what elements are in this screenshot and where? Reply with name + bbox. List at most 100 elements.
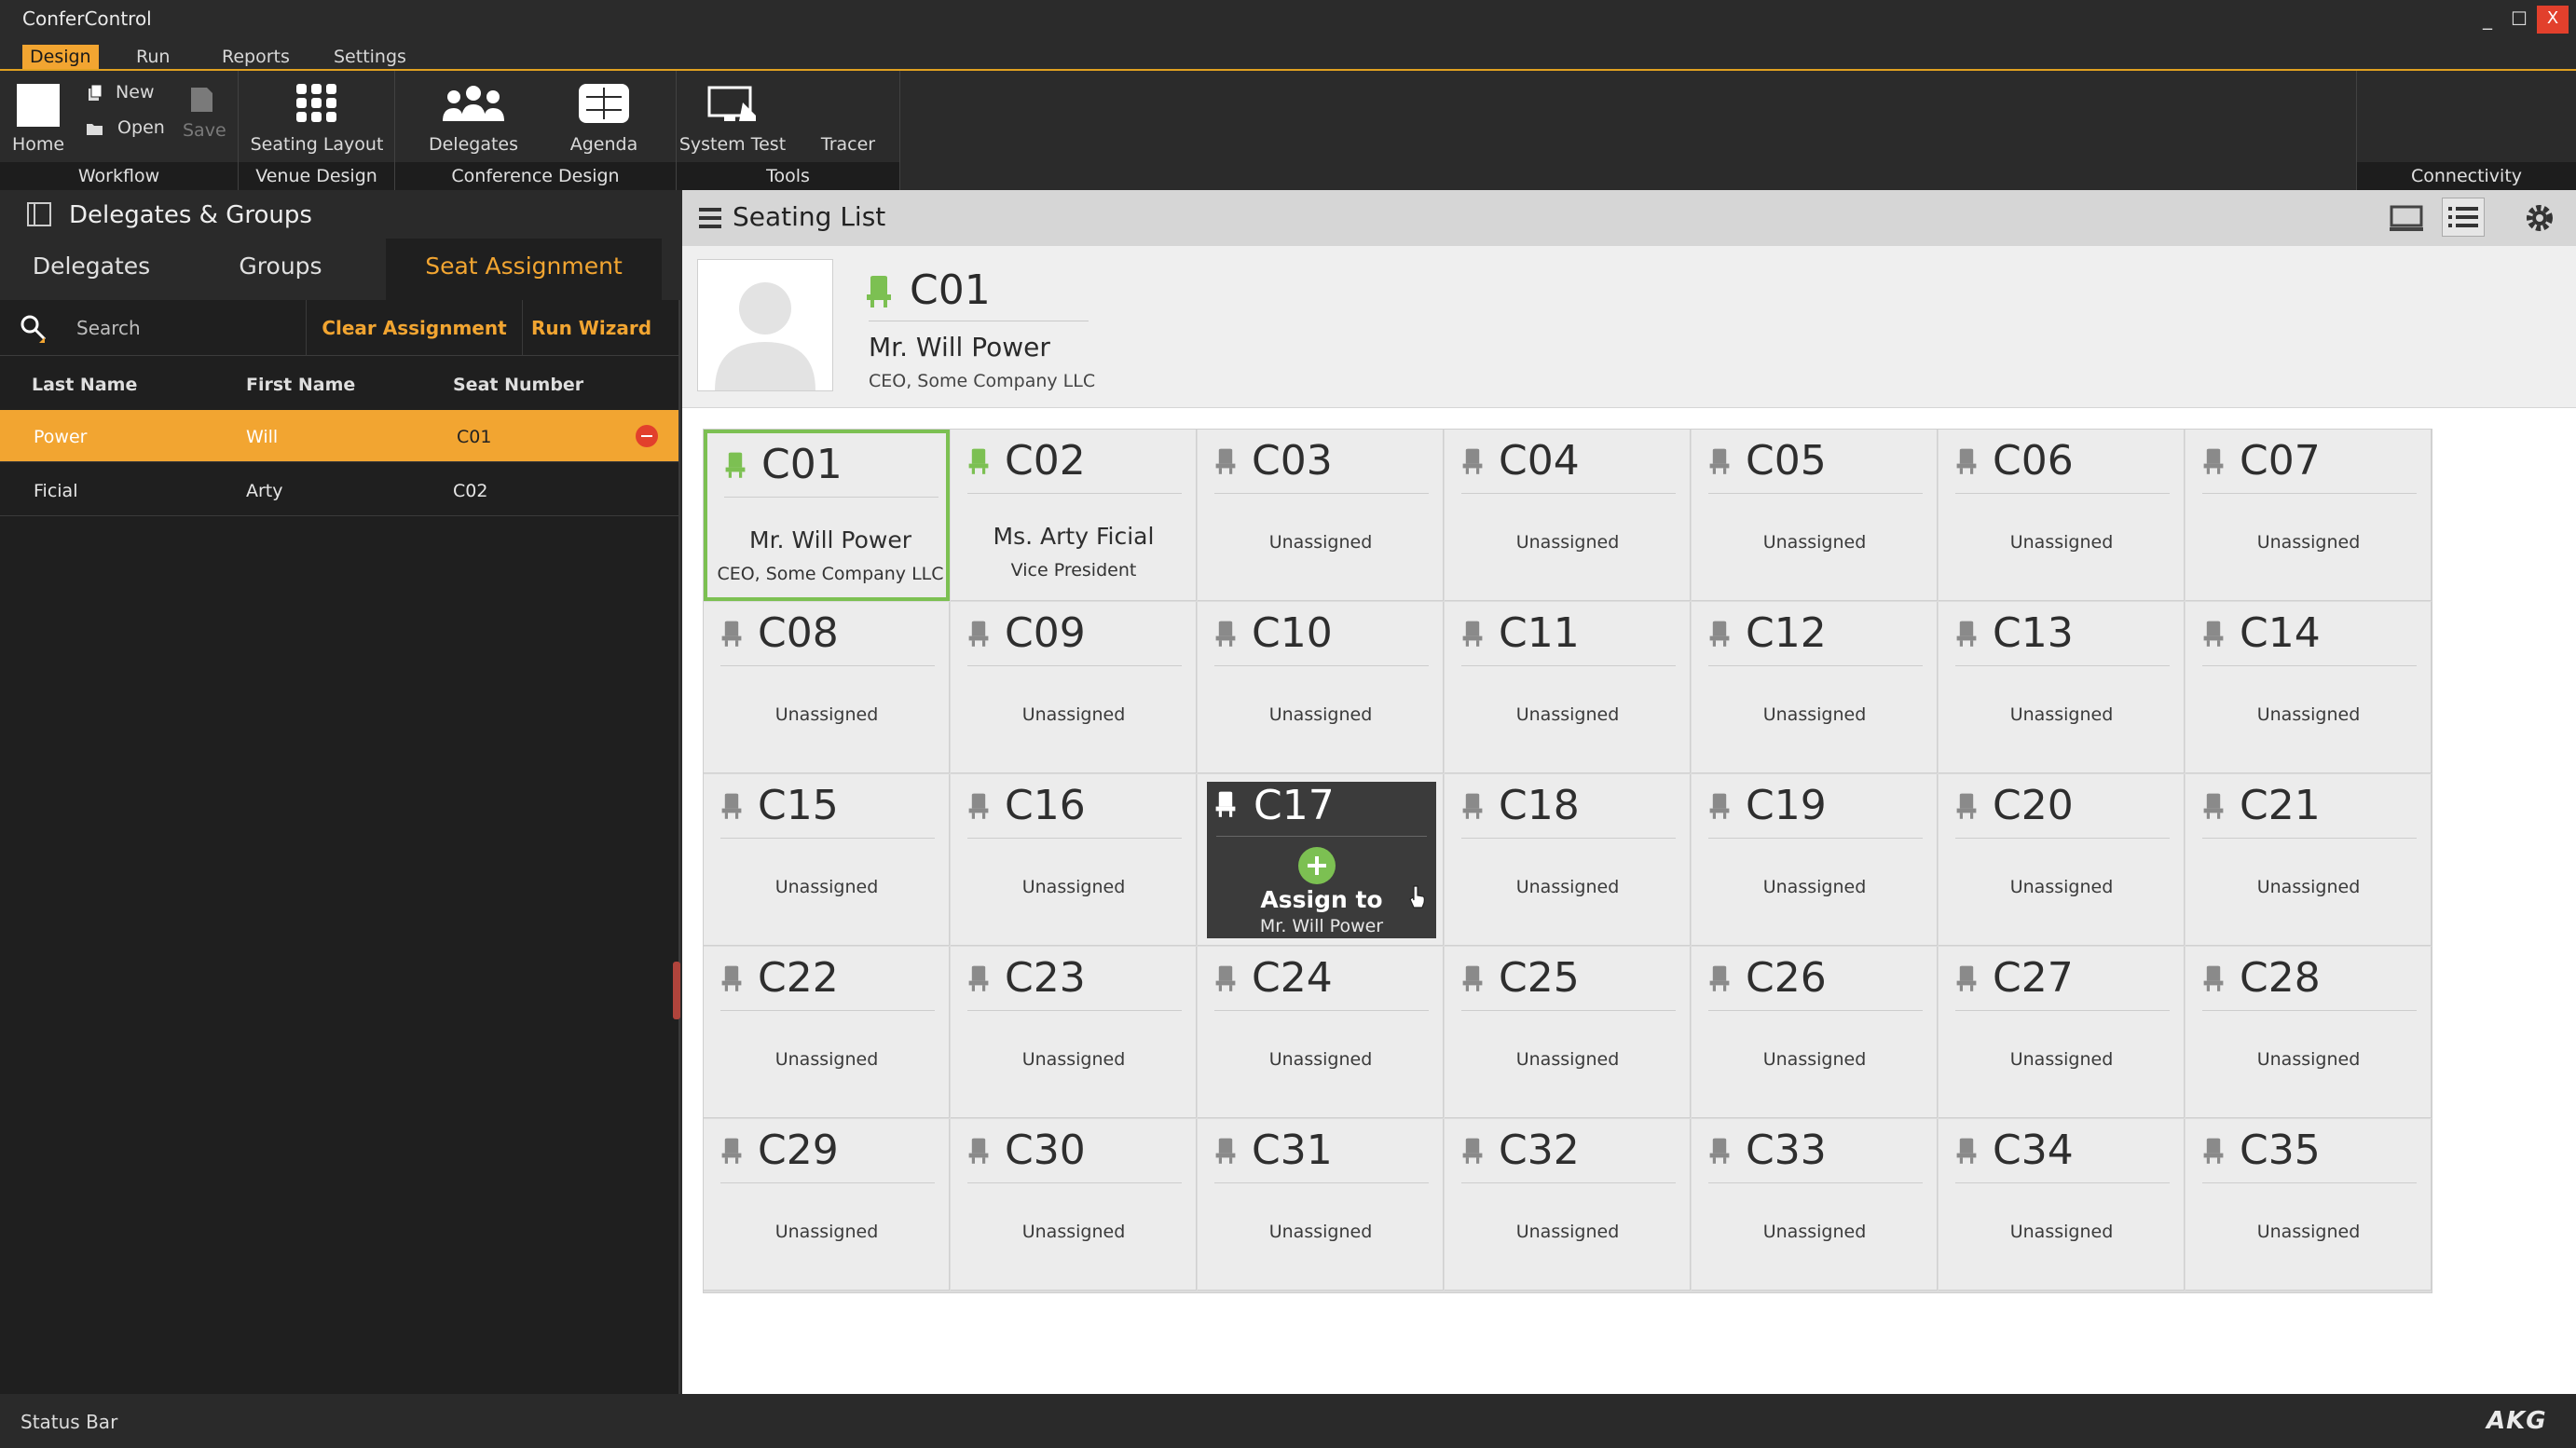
seat-c06[interactable]: C06 Unassigned [1939,430,2185,601]
assign-hover-card[interactable]: C17 Assign to Mr. Will Power [1207,782,1436,938]
seat-c07[interactable]: C07 Unassigned [2185,430,2432,601]
menu-reports[interactable]: Reports [214,45,297,69]
seat-status: Unassigned [2256,532,2361,553]
chair-icon [720,793,743,825]
table-row[interactable]: Ficial Arty C02 [0,464,678,516]
seat-c29[interactable]: C29 Unassigned [704,1119,950,1291]
chair-icon [1214,621,1237,652]
chair-icon [1708,448,1731,480]
seat-c12[interactable]: C12 Unassigned [1692,602,1938,773]
seat-divider [1461,665,1676,666]
menu-design[interactable]: Design [22,45,99,69]
remove-assignment-icon[interactable] [636,425,658,447]
delegates-button[interactable]: Delegates [408,80,539,162]
seat-c26[interactable]: C26 Unassigned [1692,947,1938,1118]
seat-c02[interactable]: C02 Ms. Arty Ficial Vice President [951,430,1197,601]
seat-c28[interactable]: C28 Unassigned [2185,947,2432,1118]
seat-delegate-name: Ms. Arty Ficial [993,523,1155,550]
minimize-button[interactable]: _ [2472,6,2503,34]
seat-c15[interactable]: C15 Unassigned [704,774,950,946]
seat-c27[interactable]: C27 Unassigned [1939,947,2185,1118]
open-button[interactable]: Open [86,117,165,138]
clear-assignment-button[interactable]: Clear Assignment [306,300,522,356]
seat-c03[interactable]: C03 Unassigned [1198,430,1444,601]
seat-c04[interactable]: C04 Unassigned [1445,430,1691,601]
seat-id: C35 [2240,1127,2321,1174]
seat-c01[interactable]: C01 Mr. Will Power CEO, Some Company LLC [704,430,950,601]
seat-status: Unassigned [2009,1049,2114,1070]
ribbon: Home New Open Save Workflow Seating Layo… [0,71,2576,190]
seat-c35[interactable]: C35 Unassigned [2185,1119,2432,1291]
chair-icon [1461,448,1484,480]
column-seat-number[interactable]: Seat Number [453,375,583,395]
search-input[interactable]: Search [76,317,141,339]
seat-c23[interactable]: C23 Unassigned [951,947,1197,1118]
table-row[interactable]: Power Will C01 [0,410,678,462]
seat-c34[interactable]: C34 Unassigned [1939,1119,2185,1291]
agenda-button[interactable]: Agenda [546,80,662,162]
tab-delegates[interactable]: Delegates [0,239,183,300]
venue-caption: Venue Design [239,162,394,190]
seat-id: C09 [1005,609,1086,657]
screen-icon[interactable] [2388,203,2425,235]
seat-c33[interactable]: C33 Unassigned [1692,1119,1938,1291]
seat-c18[interactable]: C18 Unassigned [1445,774,1691,946]
chair-icon [867,276,891,307]
seat-divider [2202,1010,2417,1011]
panel-title: Delegates & Groups [69,201,312,229]
new-button[interactable]: New [86,82,155,102]
tab-seat-assignment[interactable]: Seat Assignment [386,239,662,300]
seat-c17[interactable]: C17 Assign to Mr. Will Power [1198,774,1444,946]
maximize-button[interactable]: ☐ [2503,6,2535,34]
seat-c10[interactable]: C10 Unassigned [1198,602,1444,773]
seat-c30[interactable]: C30 Unassigned [951,1119,1197,1291]
seat-c11[interactable]: C11 Unassigned [1445,602,1691,773]
seat-status: Unassigned [2009,877,2114,897]
cell-seat-number: C02 [453,481,488,501]
seat-divider [1461,1010,1676,1011]
seat-c14[interactable]: C14 Unassigned [2185,602,2432,773]
seat-status: Unassigned [1762,532,1867,553]
seat-id: C05 [1746,437,1827,485]
seat-c20[interactable]: C20 Unassigned [1939,774,2185,946]
seat-c32[interactable]: C32 Unassigned [1445,1119,1691,1291]
tracer-button[interactable]: Tracer [802,80,895,162]
seat-status: Unassigned [1021,1049,1126,1070]
save-button[interactable]: Save [183,86,226,141]
seat-c08[interactable]: C08 Unassigned [704,602,950,773]
seat-c31[interactable]: C31 Unassigned [1198,1119,1444,1291]
seat-c13[interactable]: C13 Unassigned [1939,602,2185,773]
menu-settings[interactable]: Settings [326,45,414,69]
run-wizard-button[interactable]: Run Wizard [522,300,660,356]
menu-run[interactable]: Run [129,45,177,69]
chair-icon [1955,448,1978,480]
search-icon[interactable] [19,313,50,345]
column-last-name[interactable]: Last Name [32,375,137,395]
gear-icon[interactable] [2524,202,2555,234]
seat-c25[interactable]: C25 Unassigned [1445,947,1691,1118]
home-button[interactable]: Home [7,80,69,162]
tab-groups[interactable]: Groups [183,239,378,300]
column-first-name[interactable]: First Name [246,375,355,395]
chair-icon [967,1138,990,1169]
seat-c22[interactable]: C22 Unassigned [704,947,950,1118]
panel-header: Delegates & Groups [0,190,680,239]
chair-icon [967,448,990,480]
seating-layout-button[interactable]: Seating Layout [248,80,386,162]
seat-c09[interactable]: C09 Unassigned [951,602,1197,773]
app-title: ConferControl [22,7,152,30]
seat-status: Unassigned [2009,704,2114,725]
close-button[interactable]: X [2537,6,2569,34]
menu-icon[interactable] [699,207,723,229]
seat-c16[interactable]: C16 Unassigned [951,774,1197,946]
seat-c24[interactable]: C24 Unassigned [1198,947,1444,1118]
seating-grid-icon [296,84,336,122]
plus-icon[interactable] [1298,847,1336,884]
seat-c05[interactable]: C05 Unassigned [1692,430,1938,601]
panel-tabs: Delegates Groups Seat Assignment [0,239,680,300]
list-view-button[interactable] [2442,198,2485,237]
seat-c19[interactable]: C19 Unassigned [1692,774,1938,946]
system-test-button[interactable]: System Test [677,80,788,162]
panel-splitter-handle[interactable] [673,962,680,1019]
seat-c21[interactable]: C21 Unassigned [2185,774,2432,946]
